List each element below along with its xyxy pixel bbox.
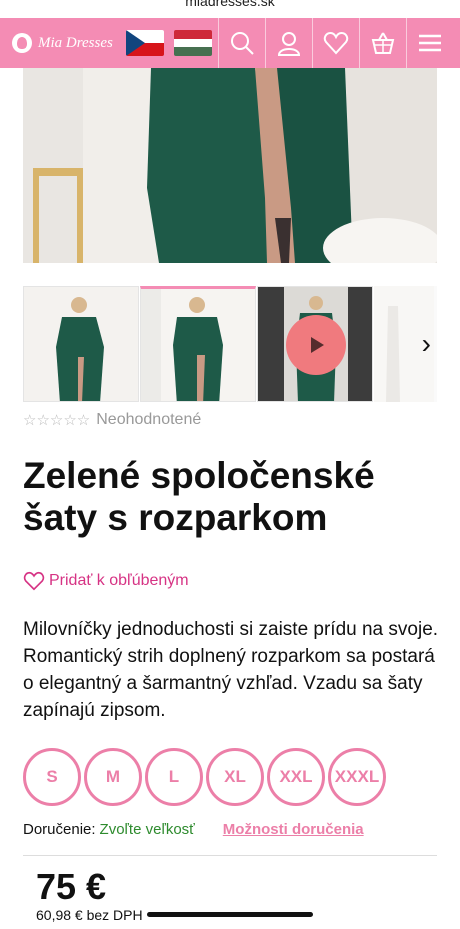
chevron-right-icon[interactable]: › xyxy=(422,328,431,360)
site-logo[interactable]: Mia Dresses xyxy=(0,18,122,68)
product-price: 75 € xyxy=(36,866,107,907)
size-selector: S M L XL XXL XXXL xyxy=(23,748,389,806)
product-title: Zelené spoločenské šaty s rozparkom xyxy=(23,455,375,538)
rating-text: Neohodnotené xyxy=(96,411,202,428)
account-button[interactable] xyxy=(265,18,312,68)
thumbnail-video[interactable] xyxy=(257,286,373,402)
delivery-value: Zvoľte veľkosť xyxy=(99,821,195,838)
basket-button[interactable] xyxy=(359,18,406,68)
thumbnail-2[interactable] xyxy=(140,286,256,402)
basket-icon xyxy=(371,32,395,54)
heart-icon xyxy=(323,31,349,55)
size-option[interactable]: M xyxy=(84,748,142,806)
size-option[interactable]: XL xyxy=(206,748,264,806)
cz-flag-icon[interactable] xyxy=(126,30,164,56)
favorites-button[interactable] xyxy=(312,18,359,68)
product-main-image[interactable] xyxy=(23,68,437,263)
thumbnail-1[interactable] xyxy=(23,286,139,402)
site-header: Mia Dresses xyxy=(0,18,460,68)
hu-flag-icon[interactable] xyxy=(174,30,212,56)
thumbnail-next[interactable]: › xyxy=(374,286,437,402)
product-price-net: 60,98 € bez DPH xyxy=(36,907,143,923)
rating: ☆☆☆☆☆ Neohodnotené xyxy=(23,411,201,429)
delivery-options-link[interactable]: Možnosti doručenia xyxy=(223,821,364,838)
menu-button[interactable] xyxy=(406,18,453,68)
heart-outline-icon xyxy=(23,571,45,591)
add-to-favorites-label: Pridať k obľúbeným xyxy=(49,572,189,589)
divider xyxy=(23,855,437,856)
user-icon xyxy=(277,32,301,56)
size-option[interactable]: S xyxy=(23,748,81,806)
play-icon xyxy=(311,337,324,353)
add-to-favorites-button[interactable]: Pridať k obľúbeným xyxy=(23,570,189,592)
logo-icon xyxy=(12,33,32,53)
size-option[interactable]: XXXL xyxy=(328,748,386,806)
logo-text: Mia Dresses xyxy=(38,34,113,51)
home-indicator[interactable] xyxy=(147,912,313,917)
menu-icon xyxy=(419,34,441,52)
delivery-label: Doručenie: xyxy=(23,821,96,838)
delivery-info: Doručenie: Zvoľte veľkosť Možnosti doruč… xyxy=(23,821,437,838)
size-option[interactable]: L xyxy=(145,748,203,806)
size-option[interactable]: XXL xyxy=(267,748,325,806)
browser-url[interactable]: miadresses.sk xyxy=(0,0,460,12)
search-button[interactable] xyxy=(218,18,265,68)
thumbnail-strip: › xyxy=(23,286,437,402)
play-button[interactable] xyxy=(286,315,346,375)
product-description: Milovníčky jednoduchosti si zaiste prídu… xyxy=(23,619,439,721)
rating-stars: ☆☆☆☆☆ xyxy=(23,412,91,429)
search-icon xyxy=(231,32,254,55)
